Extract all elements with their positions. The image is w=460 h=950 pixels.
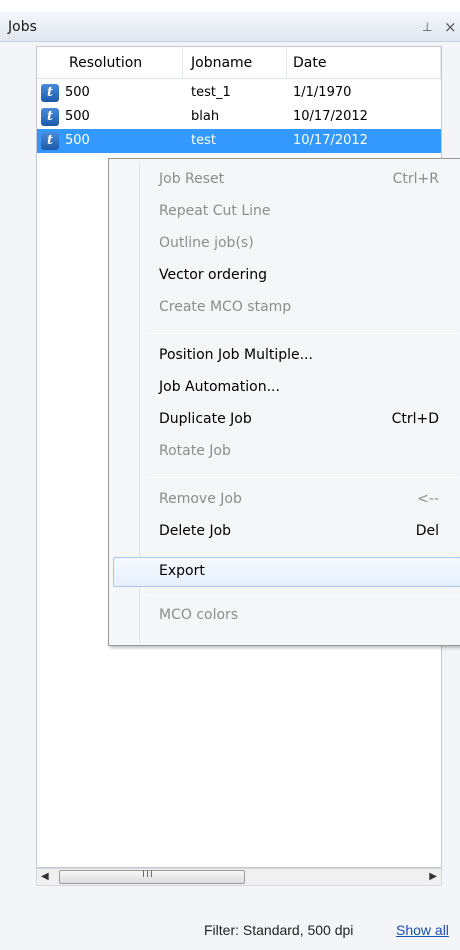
show-all-link[interactable]: Show all	[396, 922, 449, 938]
table-row-selected[interactable]: t 500 test 10/17/2012	[37, 129, 441, 153]
column-header-blank	[37, 47, 59, 79]
menu-separator	[145, 333, 459, 334]
column-separator[interactable]	[440, 47, 441, 79]
cell-jobname: test_1	[191, 85, 231, 100]
filter-label: Filter: Standard, 500 dpi	[204, 922, 354, 938]
scroll-thumb[interactable]: III	[59, 869, 245, 884]
menu-item-label: Job Automation...	[159, 379, 280, 395]
menu-item-vector-ordering[interactable]: Vector ordering	[113, 261, 460, 291]
column-label-resolution: Resolution	[69, 55, 143, 71]
menu-item-shortcut: Ctrl+D	[391, 411, 439, 427]
menu-item-delete-job[interactable]: Delete Job Del	[113, 517, 460, 547]
cell-resolution: 500	[65, 133, 90, 148]
menu-item-label: Export	[159, 563, 205, 579]
job-type-icon: t	[41, 132, 59, 150]
scroll-right-arrow-icon[interactable]: ▶	[429, 871, 437, 882]
menu-item-label: Rotate Job	[159, 443, 231, 459]
horizontal-scrollbar[interactable]: ◀ III ▶	[36, 868, 442, 886]
column-label-jobname: Jobname	[191, 55, 253, 71]
menu-item-duplicate-job[interactable]: Duplicate Job Ctrl+D	[113, 405, 460, 435]
cell-date: 10/17/2012	[293, 133, 368, 148]
menu-item-label: Outline job(s)	[159, 235, 254, 251]
close-icon[interactable]: ×	[444, 18, 457, 36]
menu-separator	[145, 477, 459, 478]
pane-title: Jobs	[8, 19, 37, 35]
column-header-date[interactable]: Date	[287, 47, 441, 79]
status-bar: Filter: Standard, 500 dpi Show all	[0, 896, 460, 950]
menu-item-shortcut: Del	[415, 523, 439, 539]
menu-item-rotate-job[interactable]: Rotate Job	[113, 437, 460, 467]
context-menu: Job Reset Ctrl+R Repeat Cut Line Outline…	[108, 158, 460, 646]
menu-item-label: Remove Job	[159, 491, 242, 507]
table-row[interactable]: t 500 test_1 1/1/1970	[37, 81, 441, 105]
job-type-icon: t	[41, 84, 59, 102]
menu-item-shortcut: Ctrl+R	[392, 171, 439, 187]
pin-icon[interactable]: ⊥	[422, 20, 432, 34]
cell-jobname: blah	[191, 109, 220, 124]
scroll-grip: III	[142, 869, 154, 880]
menu-item-label: Vector ordering	[159, 267, 268, 283]
menu-item-job-automation[interactable]: Job Automation...	[113, 373, 460, 403]
table-row[interactable]: t 500 blah 10/17/2012	[37, 105, 441, 129]
menu-item-shortcut: <--	[417, 491, 439, 507]
menu-separator	[145, 595, 459, 596]
menu-item-repeat-cut-line[interactable]: Repeat Cut Line	[113, 197, 460, 227]
menu-item-label: Position Job Multiple...	[159, 347, 313, 363]
menu-item-label: MCO colors	[159, 607, 239, 623]
menu-item-position-job-multiple[interactable]: Position Job Multiple...	[113, 341, 460, 371]
scroll-left-arrow-icon[interactable]: ◀	[41, 871, 49, 882]
pane-header: Jobs ⊥ ×	[0, 12, 460, 42]
cell-date: 1/1/1970	[293, 85, 352, 100]
cell-date: 10/17/2012	[293, 109, 368, 124]
menu-item-job-reset[interactable]: Job Reset Ctrl+R	[113, 165, 460, 195]
column-label-date: Date	[293, 55, 327, 71]
menu-item-create-mco-stamp[interactable]: Create MCO stamp	[113, 293, 460, 323]
cell-jobname: test	[191, 133, 216, 148]
cell-resolution: 500	[65, 109, 90, 124]
cell-resolution: 500	[65, 85, 90, 100]
column-header-resolution[interactable]: Resolution	[59, 47, 183, 79]
menu-item-label: Duplicate Job	[159, 411, 252, 427]
menu-item-export[interactable]: Export	[113, 557, 460, 587]
menu-item-mco-colors[interactable]: MCO colors	[113, 601, 460, 631]
menu-item-outline-jobs[interactable]: Outline job(s)	[113, 229, 460, 259]
menu-item-label: Repeat Cut Line	[159, 203, 271, 219]
menu-item-remove-job[interactable]: Remove Job <--	[113, 485, 460, 515]
job-type-icon: t	[41, 108, 59, 126]
menu-item-label: Job Reset	[159, 171, 225, 187]
column-header-jobname[interactable]: Jobname	[183, 47, 287, 79]
menu-item-label: Create MCO stamp	[159, 299, 292, 315]
menu-item-label: Delete Job	[159, 523, 232, 539]
